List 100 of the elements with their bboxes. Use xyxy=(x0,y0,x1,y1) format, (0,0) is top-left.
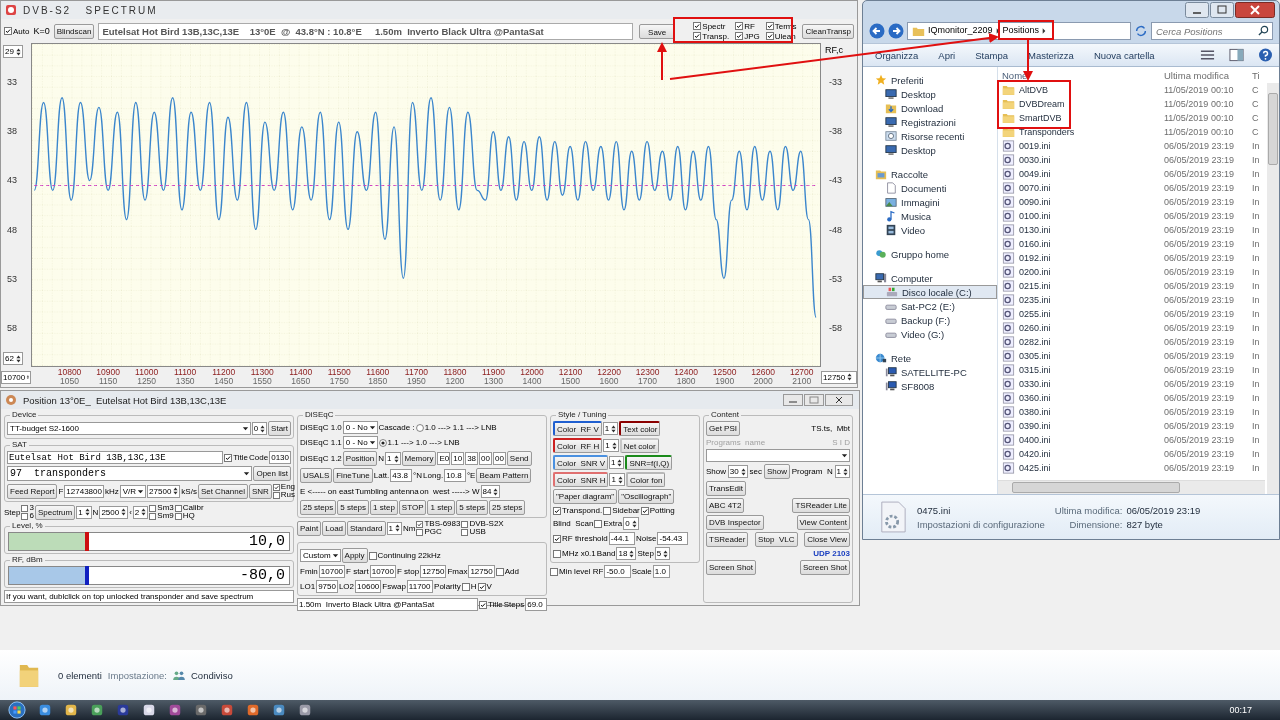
nav-item[interactable]: Video xyxy=(863,223,997,237)
checkbox[interactable] xyxy=(735,32,744,40)
checkbox[interactable] xyxy=(553,534,561,543)
checkbox[interactable] xyxy=(765,22,774,30)
file-name[interactable]: 0235.ini xyxy=(998,294,1164,306)
button[interactable]: "Oscillograph" xyxy=(618,489,675,504)
checkbox[interactable] xyxy=(693,32,702,40)
input-field[interactable]: E0 xyxy=(437,452,451,465)
checkbox-label[interactable]: Transp. xyxy=(702,31,730,41)
checkbox-label[interactable]: Spectr xyxy=(702,21,726,31)
checkbox[interactable] xyxy=(594,519,603,528)
file-name[interactable]: 0315.ini xyxy=(998,364,1164,376)
file-name[interactable]: 0425.ini xyxy=(998,462,1164,474)
button[interactable]: Open list xyxy=(253,466,291,481)
input-field[interactable]: 00 xyxy=(492,452,506,465)
checkbox[interactable] xyxy=(553,506,561,515)
nav-item[interactable]: Disco locale (C:) xyxy=(863,285,997,299)
button[interactable]: 25 steps xyxy=(300,500,337,515)
button[interactable]: 5 steps xyxy=(337,500,370,515)
app-icon[interactable] xyxy=(194,703,208,717)
button[interactable]: 25 steps xyxy=(489,500,526,515)
file-name[interactable]: AltDVB xyxy=(998,84,1164,96)
spin-box[interactable]: 10700 xyxy=(1,370,31,384)
refresh-icon[interactable] xyxy=(1134,23,1148,39)
spin-box[interactable]: 62 xyxy=(3,352,23,365)
file-name[interactable]: 0160.ini xyxy=(998,238,1164,250)
nav-item[interactable]: Computer xyxy=(863,271,997,285)
button[interactable]: 1 step xyxy=(370,500,398,515)
checkbox[interactable] xyxy=(272,483,280,491)
checkbox-label[interactable]: Extra xyxy=(603,519,623,528)
button[interactable]: Load xyxy=(322,520,347,536)
spin-box[interactable]: 2 xyxy=(132,505,149,519)
checkbox-label[interactable]: V xyxy=(486,582,492,591)
search-field[interactable]: Cerca Positions xyxy=(1151,22,1273,40)
file-name[interactable]: 0390.ini xyxy=(998,420,1164,432)
column-header[interactable]: Ti xyxy=(1252,69,1260,81)
spin-box[interactable]: 1 xyxy=(609,473,625,486)
input-field[interactable]: 10700 xyxy=(369,565,396,578)
button[interactable]: CleanTransp xyxy=(802,23,854,39)
color-button[interactable]: Text color xyxy=(619,421,661,436)
button[interactable]: Apply xyxy=(341,548,368,563)
color-button[interactable]: SNR=f(I,Q) xyxy=(625,455,673,470)
nav-item[interactable]: SATELLITE-PC xyxy=(863,365,997,379)
spinner-icon[interactable] xyxy=(120,507,128,517)
spin-box[interactable]: 1 xyxy=(76,505,92,519)
file-name[interactable]: 0192.ini xyxy=(998,252,1164,264)
input-field[interactable]: 69.0 xyxy=(525,598,547,611)
app-icon[interactable] xyxy=(38,703,52,717)
toolbar-button[interactable]: Stampa xyxy=(969,47,1014,63)
checkbox-label[interactable]: Sm9 xyxy=(157,512,174,520)
button[interactable]: Close View xyxy=(804,532,850,547)
checkbox-label[interactable]: 6 xyxy=(29,512,34,520)
nav-item[interactable]: Immagini xyxy=(863,195,997,209)
back-icon[interactable] xyxy=(869,23,885,39)
button[interactable]: TransEdit xyxy=(706,481,746,496)
spin-box[interactable]: 1 xyxy=(602,422,619,435)
file-name[interactable]: 0200.ini xyxy=(998,266,1164,278)
checkbox[interactable] xyxy=(603,506,612,515)
dropdown[interactable]: 97 transponders xyxy=(7,466,253,481)
nav-item[interactable]: Desktop xyxy=(863,87,997,101)
checkbox[interactable] xyxy=(224,453,233,462)
button[interactable]: Start xyxy=(268,421,291,436)
dropdown[interactable]: 0 - No xyxy=(342,436,378,449)
app-icon[interactable] xyxy=(246,703,260,717)
spin-box[interactable]: 2500 xyxy=(99,505,129,519)
checkbox-label[interactable]: HQ xyxy=(182,512,195,520)
input-field[interactable]: 00 xyxy=(479,452,492,465)
nav-item[interactable]: Registrazioni xyxy=(863,115,997,129)
spin-box[interactable]: 1 xyxy=(385,452,401,465)
file-name[interactable]: 0255.ini xyxy=(998,308,1164,320)
button[interactable]: DVB Inspector xyxy=(706,515,764,530)
scrollbar[interactable] xyxy=(1267,83,1279,494)
input-field[interactable]: 9750 xyxy=(316,580,338,593)
button[interactable]: Feed Report xyxy=(7,483,58,499)
button[interactable]: Standard xyxy=(347,520,386,536)
checkbox-label[interactable]: Auto xyxy=(13,26,30,36)
file-name[interactable]: 0305.ini xyxy=(998,350,1164,362)
close-icon[interactable] xyxy=(825,394,853,406)
input-field[interactable]: 12743800 xyxy=(64,484,104,498)
dropdown[interactable]: 0 - No xyxy=(342,421,378,434)
help-icon[interactable] xyxy=(1258,48,1273,62)
nav-item[interactable]: Download xyxy=(863,101,997,115)
checkbox-label[interactable]: Add xyxy=(504,567,519,576)
app-icon[interactable] xyxy=(64,703,78,717)
input-field[interactable]: -54.43 xyxy=(657,532,689,545)
button[interactable]: Paint xyxy=(297,520,322,536)
breadcrumb-item[interactable]: Positions xyxy=(1002,24,1040,35)
checkbox[interactable] xyxy=(174,512,182,520)
radio-label[interactable]: 1.0 ---> 1.1 ---> LNB xyxy=(424,423,497,432)
checkbox[interactable] xyxy=(735,22,744,30)
dropdown[interactable]: TT-budget S2-1600 xyxy=(7,422,251,435)
color-button[interactable]: Color SNR V xyxy=(553,455,608,470)
checkbox[interactable] xyxy=(461,528,469,536)
checkbox-label[interactable]: PGC xyxy=(424,528,442,536)
color-button[interactable]: Color RF H xyxy=(553,438,603,453)
view-icon[interactable] xyxy=(1200,48,1215,62)
breadcrumb-item[interactable]: IQmonitor_2209 xyxy=(928,24,993,35)
dropdown[interactable]: Custom xyxy=(300,549,341,562)
input-field[interactable]: 10.8 xyxy=(444,469,466,482)
spin-box[interactable]: 0 xyxy=(623,517,639,530)
